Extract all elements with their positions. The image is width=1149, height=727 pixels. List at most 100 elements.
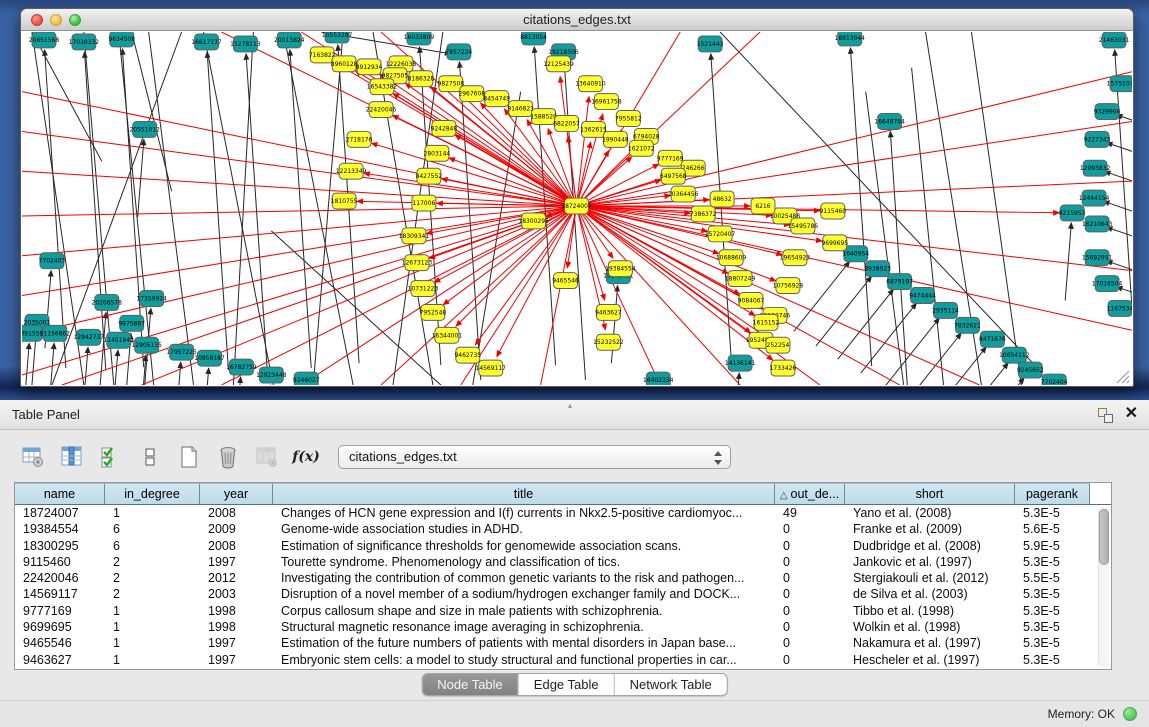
select-columns-button[interactable] [59, 444, 85, 470]
table-row[interactable]: 1456911722003Disruption of a novel membe… [15, 586, 1111, 602]
network-node[interactable]: 22420046 [366, 102, 397, 118]
network-node[interactable]: 13640910 [575, 76, 606, 92]
network-node[interactable]: 16402334 [643, 372, 674, 385]
network-node[interactable]: 15495786 [788, 218, 819, 234]
network-node[interactable]: 8813054 [520, 32, 547, 45]
network-node[interactable]: 8471676 [979, 331, 1006, 347]
vertical-scrollbar[interactable] [1098, 507, 1109, 667]
float-panel-button[interactable] [1098, 408, 1113, 423]
network-view-canvas[interactable]: 2065156817030332963450816617137152781132… [22, 32, 1132, 385]
table-row[interactable]: 1872400712008Changes of HCN gene express… [15, 505, 1111, 521]
network-hub-node[interactable]: 18724007 [561, 198, 592, 214]
network-node[interactable]: 2803144 [424, 145, 451, 161]
network-node[interactable]: 19654923 [780, 250, 811, 266]
network-node[interactable]: 12942737 [74, 329, 105, 345]
network-node[interactable]: 48632 [710, 191, 734, 207]
table-settings-button[interactable] [20, 444, 46, 470]
network-node[interactable]: 20551012 [129, 121, 160, 137]
network-node[interactable]: 16648784 [874, 114, 905, 130]
tab-network-table[interactable]: Network Table [614, 674, 727, 695]
column-header-year[interactable]: year [200, 483, 273, 504]
network-node[interactable]: 12213349 [336, 163, 367, 179]
network-node[interactable]: 9245652 [1017, 362, 1044, 378]
network-node[interactable]: 9975887 [118, 315, 145, 331]
network-node[interactable]: 1810755 [331, 193, 358, 209]
network-node[interactable]: 12444154 [1079, 190, 1110, 206]
network-node[interactable]: 9777169 [657, 150, 684, 166]
network-node[interactable]: 16782759 [226, 359, 257, 375]
network-node[interactable]: 20651568 [29, 32, 60, 48]
network-node[interactable]: 8427552 [416, 168, 443, 184]
network-node[interactable]: 7832621 [954, 317, 981, 333]
network-node[interactable]: 19384554 [605, 261, 636, 277]
network-node[interactable]: 11451942 [104, 332, 135, 348]
network-node[interactable]: 14136141 [725, 355, 756, 371]
network-node[interactable]: 7702404 [1041, 374, 1068, 385]
network-node[interactable]: 15278113 [230, 36, 261, 52]
network-node[interactable]: 16961758 [591, 94, 622, 110]
network-node[interactable]: 7952548 [420, 304, 447, 320]
table-row[interactable]: 969969511998Structural magnetic resonanc… [15, 619, 1111, 635]
network-node[interactable]: 15232522 [593, 334, 624, 350]
network-node[interactable]: 6822057 [553, 116, 580, 132]
network-node[interactable]: 12673123 [402, 255, 433, 271]
network-node[interactable]: 6216 [751, 198, 775, 214]
network-node[interactable]: 15692951 [1082, 250, 1113, 266]
network-node[interactable]: 10756928 [773, 278, 804, 294]
network-node[interactable]: 18309341 [399, 228, 430, 244]
network-node[interactable]: 9242848 [431, 120, 458, 136]
network-node[interactable]: 16543382 [367, 79, 398, 95]
network-graph[interactable]: 2065156817030332963450816617137152781132… [22, 32, 1132, 385]
network-node[interactable]: 9329966 [1094, 104, 1121, 120]
network-node[interactable]: 9465546 [552, 273, 579, 289]
table-row[interactable]: 977716911998Corpus callosum shape and si… [15, 603, 1111, 619]
network-node[interactable]: 9474444 [909, 288, 936, 304]
delete-table-button[interactable] [215, 444, 241, 470]
import-table-button[interactable] [254, 444, 280, 470]
scrollbar-thumb[interactable] [1099, 509, 1109, 565]
network-node[interactable]: 9634508 [108, 32, 135, 47]
column-header-title[interactable]: title [273, 483, 775, 504]
network-node[interactable]: 7702403 [39, 253, 66, 269]
column-header-out_degree[interactable]: △out_de... [775, 483, 845, 504]
column-header-name[interactable]: name [15, 483, 105, 504]
network-node[interactable]: 12125439 [543, 56, 574, 72]
network-node[interactable]: 1615152 [753, 314, 780, 330]
network-node[interactable]: 9246027 [293, 372, 320, 385]
network-node[interactable]: 1521443 [697, 36, 724, 52]
network-node[interactable]: 8912934 [356, 59, 383, 75]
table-row[interactable]: 946554611997Estimation of the future num… [15, 635, 1111, 651]
network-node[interactable]: 12093832 [1080, 160, 1111, 176]
network-node[interactable]: 17016504 [1092, 276, 1123, 292]
network-node[interactable]: 1167534 [1107, 300, 1132, 316]
memory-indicator[interactable] [1123, 707, 1137, 721]
function-builder-button[interactable]: f(x) [293, 444, 319, 470]
network-node[interactable]: 9463627 [595, 304, 622, 320]
network-node[interactable]: 7386372 [690, 206, 717, 222]
select-all-button[interactable] [98, 444, 124, 470]
network-node[interactable]: 16617137 [191, 34, 222, 50]
table-selector[interactable]: citations_edges.txt [338, 445, 731, 469]
network-node[interactable]: 252254 [766, 337, 790, 353]
network-node[interactable]: 11156862 [40, 325, 71, 341]
network-node[interactable]: 16210643 [1082, 216, 1113, 232]
network-node[interactable]: 1990448 [602, 131, 629, 147]
table-row[interactable]: 946362711997Embryonic stem cells: a mode… [15, 652, 1111, 668]
window-resize-grip[interactable] [1117, 371, 1129, 383]
network-node[interactable]: 7857224 [446, 44, 473, 60]
network-node[interactable]: 10553287 [322, 32, 353, 43]
close-panel-button[interactable]: ✕ [1125, 404, 1138, 424]
network-node[interactable]: 1621072 [628, 140, 655, 156]
network-node[interactable]: 1362615 [580, 121, 607, 137]
network-node[interactable]: 16033809 [404, 32, 435, 45]
network-node[interactable]: 10731223 [408, 281, 439, 297]
network-node[interactable]: 8215953 [1059, 205, 1086, 221]
table-row[interactable]: 1830029562008Estimation of significance … [15, 538, 1111, 554]
network-node[interactable]: 7955812 [615, 111, 642, 127]
network-node[interactable]: 9462735 [454, 347, 481, 363]
network-node[interactable]: 15751074 [1107, 76, 1132, 92]
network-node[interactable]: 20013824 [274, 32, 305, 48]
network-node[interactable]: 21463031 [1099, 32, 1130, 48]
network-node[interactable]: 10654112 [999, 347, 1030, 363]
tab-edge-table[interactable]: Edge Table [518, 674, 614, 695]
